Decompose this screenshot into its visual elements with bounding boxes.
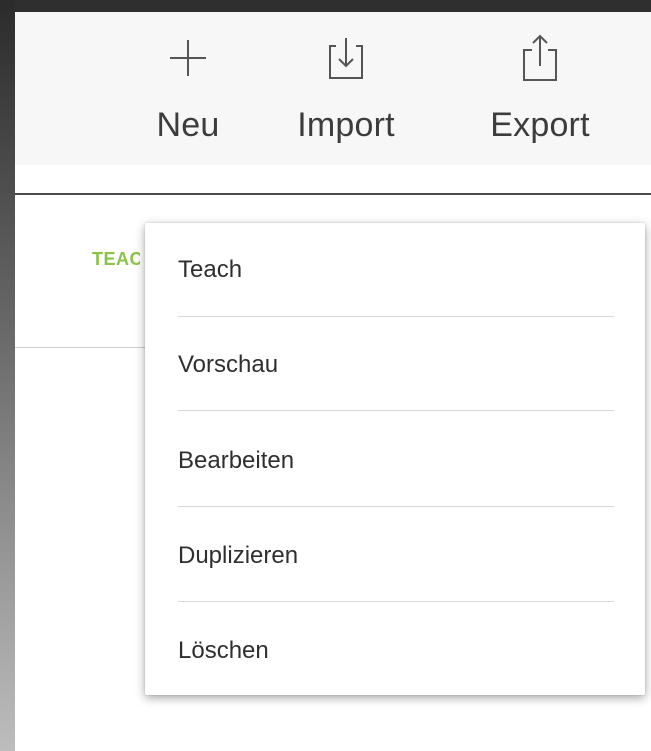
menu-item-teach[interactable]: Teach — [145, 240, 645, 300]
menu-divider — [178, 410, 614, 411]
export-button-label: Export — [490, 106, 590, 144]
menu-item-vorschau[interactable]: Vorschau — [145, 335, 645, 395]
menu-divider — [178, 601, 614, 602]
new-button-label: Neu — [156, 106, 220, 144]
menu-item-label: Bearbeiten — [178, 447, 295, 474]
import-button[interactable]: Import — [266, 12, 426, 165]
export-button[interactable]: Export — [460, 12, 620, 165]
menu-item-label: Löschen — [178, 637, 269, 664]
import-button-label: Import — [297, 106, 395, 144]
menu-item-bearbeiten[interactable]: Bearbeiten — [145, 431, 645, 491]
tab-teach[interactable]: TEACH — [92, 249, 140, 270]
menu-item-label: Vorschau — [178, 351, 279, 378]
window-left-edge — [0, 0, 15, 751]
menu-divider — [178, 506, 614, 507]
window-top-border — [0, 0, 651, 12]
tab-bar-divider — [15, 347, 155, 348]
context-menu: Teach Vorschau Bearbeiten Duplizieren Lö… — [145, 223, 645, 695]
menu-item-duplizieren[interactable]: Duplizieren — [145, 526, 645, 586]
menu-divider — [178, 316, 614, 317]
new-button[interactable]: Neu — [128, 12, 248, 165]
plus-icon — [170, 40, 206, 76]
import-tray-icon — [329, 38, 363, 79]
menu-item-loeschen[interactable]: Löschen — [145, 621, 645, 681]
toolbar: Neu Import Export — [15, 12, 651, 165]
share-export-icon — [523, 34, 557, 81]
menu-item-label: Teach — [178, 256, 243, 283]
menu-item-label: Duplizieren — [178, 542, 299, 569]
